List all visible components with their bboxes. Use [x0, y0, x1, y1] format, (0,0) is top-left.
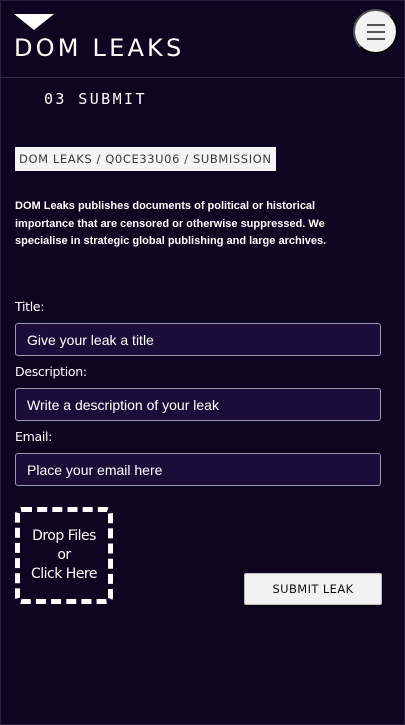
dropzone-line-3: Click Here — [30, 566, 98, 582]
section-title: 03 SUBMIT — [44, 90, 147, 108]
intro-text: DOM Leaks publishes documents of politic… — [15, 200, 327, 247]
header: DOM LEAKS — [1, 1, 405, 78]
dropzone-line-1: Drop Files — [32, 528, 96, 544]
breadcrumb: DOM LEAKS / Q0CE33U06 / SUBMISSION — [15, 147, 276, 171]
dropzone-line-2: or — [57, 547, 71, 563]
hamburger-menu-icon-line — [366, 37, 385, 40]
hamburger-menu-icon-line — [366, 30, 385, 33]
hamburger-menu-icon — [366, 23, 385, 26]
title-input[interactable] — [15, 323, 381, 356]
email-label: Email: — [15, 429, 53, 444]
title-label: Title: — [15, 299, 45, 314]
logo-text[interactable]: DOM LEAKS — [14, 34, 184, 62]
submit-leak-button[interactable]: SUBMIT LEAK — [244, 573, 382, 605]
page: DOM LEAKS 03 SUBMIT DOM LEAKS / Q0CE33U0… — [0, 0, 405, 725]
email-input[interactable] — [15, 453, 381, 486]
logo-triangle-icon — [14, 14, 54, 30]
description-input[interactable] — [15, 388, 381, 421]
file-dropzone[interactable]: Drop Files or Click Here — [15, 507, 113, 604]
description-label: Description: — [15, 364, 87, 379]
menu-button[interactable] — [353, 9, 398, 54]
dropzone-text: Drop Files or Click Here — [30, 527, 98, 584]
